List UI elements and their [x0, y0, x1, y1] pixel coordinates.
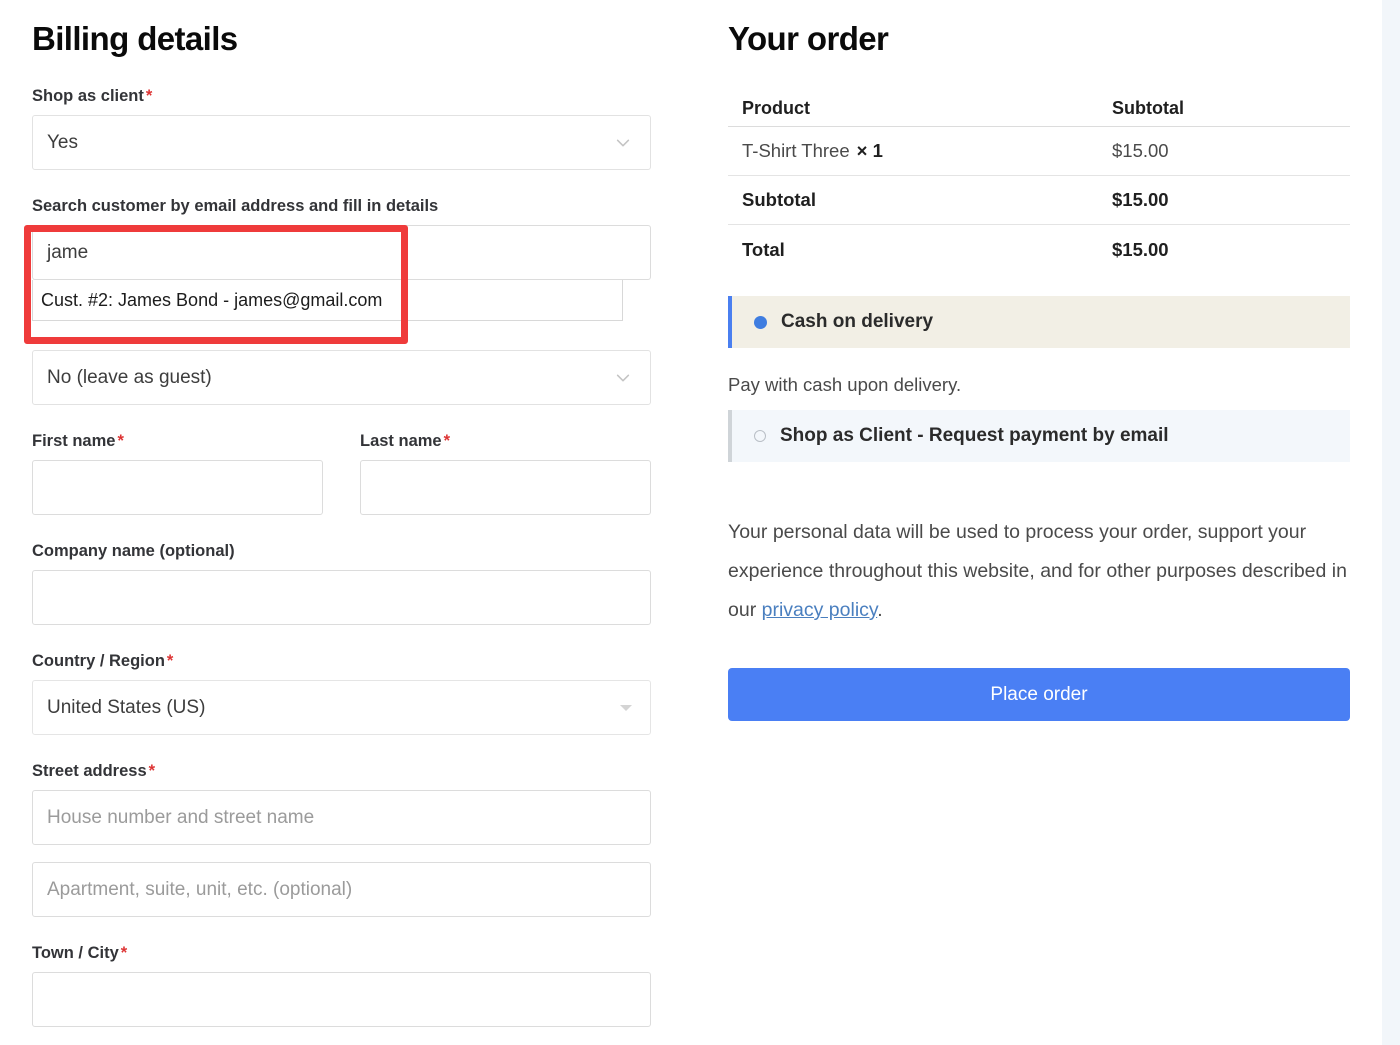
order-subtotal-amount: $15.00	[1112, 189, 1169, 210]
place-order-button[interactable]: Place order	[728, 668, 1350, 721]
column-header-product: Product	[742, 97, 811, 118]
create-account-value: No (leave as guest)	[47, 366, 212, 388]
town-city-input[interactable]	[32, 972, 651, 1027]
last-name-label: Last name *	[360, 431, 651, 451]
customer-suggestion-item[interactable]: Cust. #2: James Bond - james@gmail.com	[33, 280, 622, 320]
street-address-label: Street address *	[32, 761, 672, 781]
name-inputs-row	[32, 460, 672, 515]
column-header-subtotal: Subtotal	[1112, 97, 1184, 118]
privacy-notice-text-after: .	[877, 599, 883, 621]
last-name-input[interactable]	[360, 460, 651, 515]
radio-selected-icon[interactable]	[754, 315, 767, 329]
street-address-label-text: Street address	[32, 762, 147, 780]
order-table-header-row: Product Subtotal	[728, 90, 1350, 127]
order-line-item-row: T-Shirt Three × 1 $15.00	[728, 127, 1350, 176]
customer-search-label: Search customer by email address and fil…	[32, 197, 439, 215]
town-city-label: Town / City *	[32, 943, 672, 963]
required-asterisk: *	[166, 652, 174, 670]
your-order-heading: Your order	[728, 20, 889, 57]
order-subtotal-label: Subtotal	[742, 189, 816, 210]
last-name-label-text: Last name	[360, 432, 442, 450]
shop-as-client-label-text: Shop as client	[32, 87, 144, 105]
payment-method-shop-as-client[interactable]: Shop as Client - Request payment by emai…	[728, 410, 1350, 462]
order-item-amount: $15.00	[1112, 140, 1169, 161]
order-subtotal-row: Subtotal $15.00	[728, 176, 1350, 225]
create-account-select[interactable]: No (leave as guest)	[32, 350, 651, 405]
company-name-label: Company name (optional)	[32, 542, 235, 560]
order-summary-table: Product Subtotal T-Shirt Three × 1 $15.00…	[728, 90, 1350, 274]
payment-method-cod-label: Cash on delivery	[781, 311, 934, 332]
first-name-label: First name *	[32, 431, 323, 451]
order-total-label: Total	[742, 238, 785, 260]
required-asterisk: *	[145, 87, 153, 105]
country-region-select[interactable]: United States (US)	[32, 680, 651, 735]
required-asterisk: *	[117, 432, 124, 450]
order-total-row: Total $15.00	[728, 225, 1350, 274]
billing-details-column: Billing details Shop as client * Yes Sear…	[32, 0, 672, 1027]
chevron-down-icon	[614, 369, 632, 387]
billing-details-heading: Billing details	[32, 20, 238, 57]
order-item-quantity: × 1	[856, 140, 883, 161]
radio-unselected-icon[interactable]	[754, 430, 766, 442]
first-name-input[interactable]	[32, 460, 323, 515]
first-name-label-text: First name	[32, 432, 116, 450]
payment-method-cod-description: Pay with cash upon delivery.	[728, 374, 962, 395]
country-region-label-text: Country / Region	[32, 652, 165, 670]
name-labels-row: First name * Last name *	[32, 405, 672, 460]
order-item-name-cell: T-Shirt Three × 1	[742, 140, 883, 162]
country-region-label: Country / Region *	[32, 651, 672, 671]
order-item-name: T-Shirt Three	[742, 140, 850, 161]
country-region-value: United States (US)	[47, 696, 206, 718]
customer-search-value: jame	[47, 241, 89, 263]
order-total-amount: $15.00	[1112, 238, 1169, 260]
chevron-down-icon	[614, 134, 632, 152]
street-address-line2-input[interactable]: Apartment, suite, unit, etc. (optional)	[32, 862, 651, 917]
shop-as-client-value: Yes	[47, 131, 78, 153]
checkout-page: Billing details Shop as client * Yes Sear…	[0, 0, 1400, 1045]
payment-method-sac-label: Shop as Client - Request payment by emai…	[780, 425, 1169, 446]
create-account-label-obscured	[32, 329, 672, 341]
shop-as-client-select[interactable]: Yes	[32, 115, 651, 170]
privacy-policy-link[interactable]: privacy policy	[762, 599, 878, 621]
required-asterisk: *	[443, 432, 451, 450]
triangle-down-icon	[620, 704, 632, 711]
required-asterisk: *	[120, 944, 128, 962]
customer-search-stack: jame Cust. #2: James Bond - james@gmail.…	[32, 225, 651, 321]
payment-method-cash-on-delivery[interactable]: Cash on delivery	[728, 296, 1350, 348]
customer-search-suggestions: Cust. #2: James Bond - james@gmail.com	[32, 280, 623, 321]
privacy-notice: Your personal data will be used to proce…	[728, 513, 1348, 630]
street-address-line1-placeholder: House number and street name	[47, 806, 315, 828]
required-asterisk: *	[148, 762, 156, 780]
shop-as-client-label: Shop as client *	[32, 86, 672, 106]
your-order-column: Your order Product Subtotal T-Shirt Thre…	[728, 0, 1350, 721]
page-right-gutter	[1382, 0, 1400, 1045]
town-city-label-text: Town / City	[32, 944, 119, 962]
company-name-input[interactable]	[32, 570, 651, 625]
street-address-line2-placeholder: Apartment, suite, unit, etc. (optional)	[47, 878, 353, 900]
street-address-line1-input[interactable]: House number and street name	[32, 790, 651, 845]
customer-search-input[interactable]: jame	[32, 225, 651, 280]
